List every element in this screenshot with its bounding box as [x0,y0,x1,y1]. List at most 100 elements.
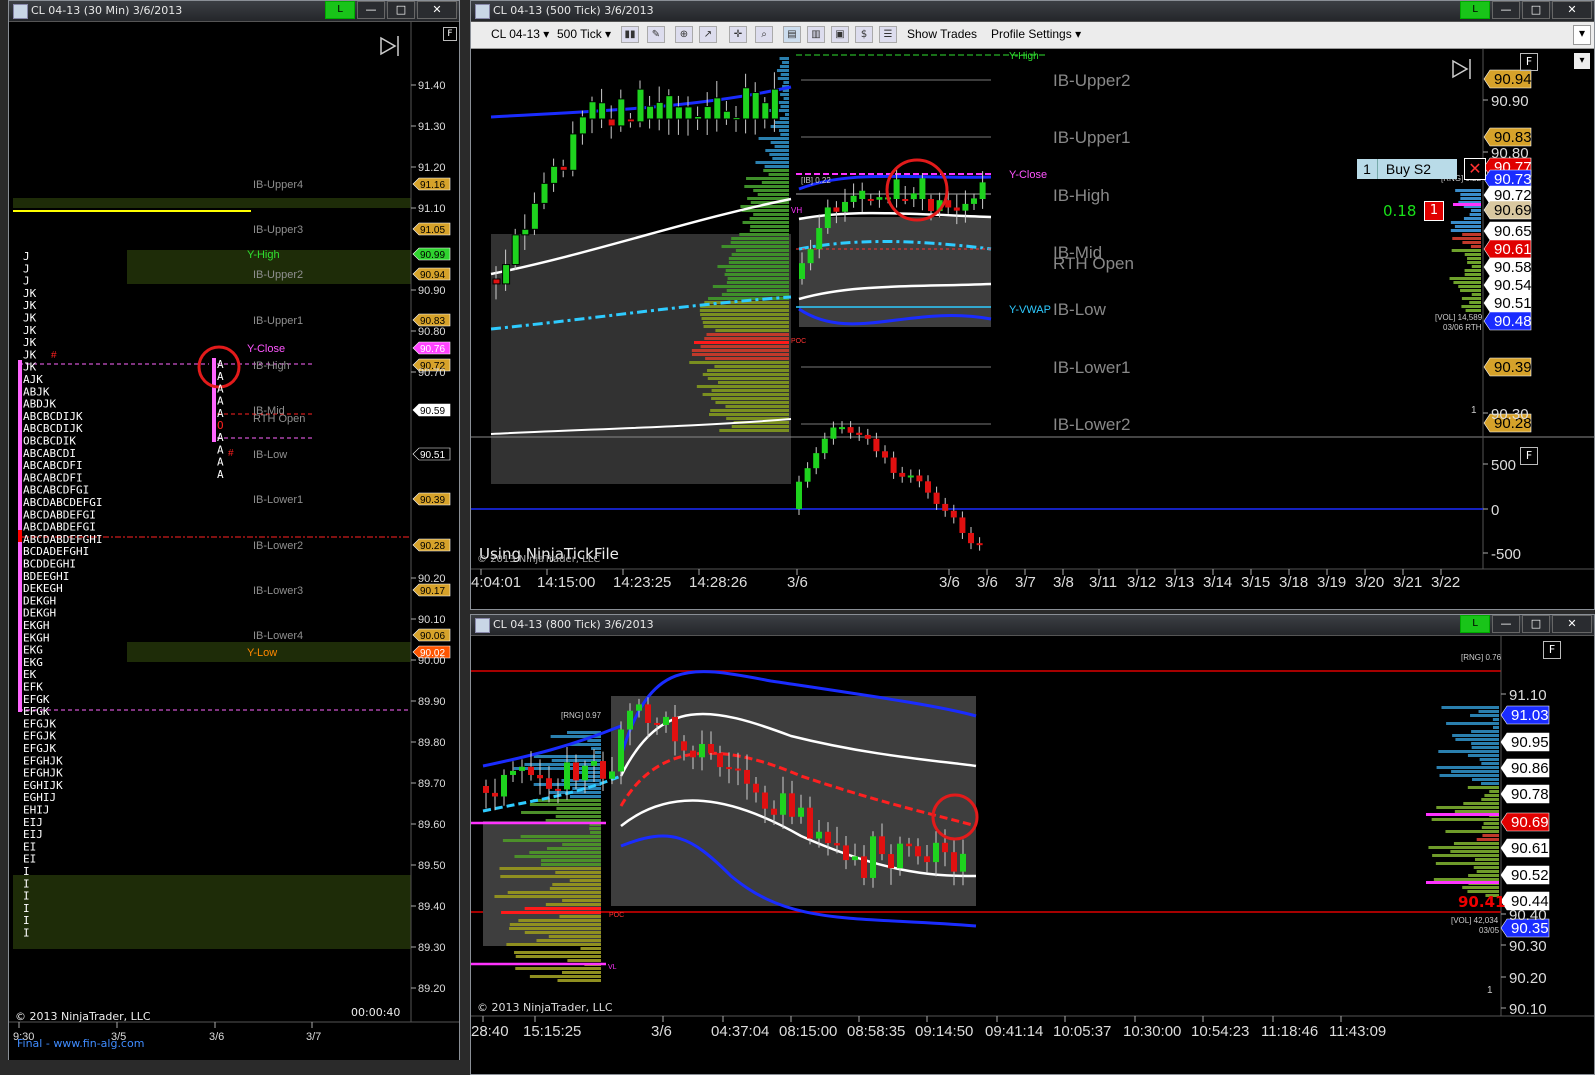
bottom-f-button[interactable]: F [1543,641,1561,659]
volume-profile-bar [783,97,789,100]
candle-body [852,856,858,861]
volume-profile-bar [514,855,601,858]
osc-bar [873,438,880,452]
volume-profile-bar [580,947,601,950]
volume-profile-bar [700,313,789,316]
indicators-icon[interactable]: ▤ [783,26,801,43]
volume-profile-bar [714,365,789,368]
volume-profile-bar [1464,269,1481,272]
candle-body [816,831,822,839]
svg-text:90.48: 90.48 [1494,313,1532,330]
bottom-x-label: 3/6 [651,1023,672,1040]
pencil-draw-icon[interactable]: ✎ [647,26,665,43]
pointer-icon[interactable]: ↗ [699,26,717,43]
candle-body [933,842,939,863]
svg-text:90.76: 90.76 [420,344,445,355]
connection-button[interactable]: L [325,1,355,19]
volume-profile-bar [778,129,789,132]
volume-profile-bar [721,245,789,248]
volume-profile-bar [1465,309,1481,312]
show-trades-button[interactable]: Show Trades [907,27,977,41]
screenshot-icon[interactable]: ▣ [831,26,849,43]
volume-profile-bar [501,911,601,914]
top-x-label: 3/11 [1089,574,1117,591]
osc-f-button[interactable]: F [1520,447,1538,465]
candle-body [744,769,750,784]
top-f-button[interactable]: F [1520,53,1538,71]
volume-profile-bar [1452,237,1481,240]
connection-button[interactable]: L [1460,615,1490,633]
top-window-titlebar[interactable]: CL 04-13 (500 Tick) 3/6/2013 L — □ ✕ [471,1,1594,22]
left-level-label: IB-Upper4 [253,179,303,191]
today-tpo-row: A [217,431,224,444]
volume-profile-bar [1470,714,1499,717]
close-button[interactable]: ✕ [1552,1,1592,19]
zoom-icon[interactable]: ⌕ [755,26,773,43]
tpo-row: ABDJK [23,398,56,411]
maximize-button[interactable]: □ [1522,615,1550,633]
connection-button[interactable]: L [1460,1,1490,19]
top-panel-dropdown[interactable]: ▾ [1574,53,1590,69]
volume-profile-bar [1433,878,1499,881]
candle-body [510,770,516,775]
volume-profile-bar [701,317,789,320]
candle-body [665,95,674,120]
volume-profile-bar [702,373,789,376]
template-icon[interactable]: $ [855,26,873,43]
left-window-titlebar[interactable]: CL 04-13 (30 Min) 3/6/2013 L — □ ✕ [9,1,459,22]
tpo-row: JK [23,312,37,325]
left-f-button[interactable]: F [443,27,457,41]
footer-link[interactable]: Final - www.fin-alg.com [17,1037,144,1050]
volume-profile-bar [700,305,789,308]
volume-profile-bar [541,859,601,862]
order-cancel-icon[interactable]: ✕ [1464,158,1486,180]
candle-body [511,234,520,266]
properties-icon[interactable]: ☰ [879,26,897,43]
close-button[interactable]: ✕ [417,1,457,19]
candle-body [550,165,559,184]
candle-body [906,843,912,847]
left-chart-canvas[interactable]: IB-Upper4 91.16 IB-Upper3 91.05 Y-High 90.99 I… [9,22,459,1060]
profile-settings-button[interactable]: Profile Settings ▾ [991,27,1081,41]
volume-profile-bar [689,361,789,364]
top-level-label: IB-Lower2 [1053,415,1130,434]
svg-text:90.78: 90.78 [1511,786,1549,803]
magnet-icon[interactable]: ⊕ [675,26,693,43]
left-y-label: 89.30 [418,942,446,954]
candle-body [546,778,552,789]
interval-selector[interactable]: 500 Tick ▾ [557,27,611,41]
position-size[interactable]: 1 [1424,201,1444,221]
minimize-button[interactable]: — [357,1,385,19]
maximize-button[interactable]: □ [387,1,415,19]
volume-profile-bar [725,405,789,408]
toolbar-scroll-icon[interactable]: ▾ [1573,25,1591,45]
candle-body [598,102,607,120]
candle-body [607,118,616,127]
minimize-button[interactable]: — [1492,615,1520,633]
top-x-label: 14:28:26 [689,574,747,591]
bottom-y-label: 90.20 [1509,970,1547,987]
minimize-button[interactable]: — [1492,1,1520,19]
bottom-x-label: 28:40 [471,1023,509,1040]
volume-profile-bar [521,811,601,814]
volume-profile-bar [726,289,789,292]
today-tpo-row: A [217,370,224,383]
volume-profile-bar [1469,213,1481,216]
bottom-window-titlebar[interactable]: CL 04-13 (800 Tick) 3/6/2013 L — □ ✕ [471,615,1594,636]
bottom-chart-canvas[interactable]: [RNG] 0.97 POC VL [RNG] 0.76 [VOL] 42,03403/… [471,636,1594,1074]
close-button[interactable]: ✕ [1552,615,1592,633]
volume-profile-bar [1493,726,1499,729]
chart-toolbar: CL 04-13 ▾ 500 Tick ▾ ▮▮ ✎ ⊕ ↗ ✛ ⌕ ▤ ▥ ▣… [471,22,1594,49]
instrument-selector[interactable]: CL 04-13 ▾ [491,27,549,41]
volume-profile-bar [702,393,789,396]
bottom-red-level: 90.41 [1458,893,1506,911]
bar-type-icon[interactable]: ▮▮ [621,26,639,43]
top-chart-canvas[interactable]: Y-High IB-Upper2 IB-Upper1 Y-Close IB-High IB… [471,49,1594,609]
order-buy-s2[interactable]: 1 Buy S2 [1357,159,1457,179]
top-y-label: 90.30 [1491,406,1529,423]
strategies-icon[interactable]: ▥ [807,26,825,43]
volume-profile-bar [744,185,789,188]
maximize-button[interactable]: □ [1522,1,1550,19]
crosshair-icon[interactable]: ✛ [729,26,747,43]
candle-body [722,110,731,120]
